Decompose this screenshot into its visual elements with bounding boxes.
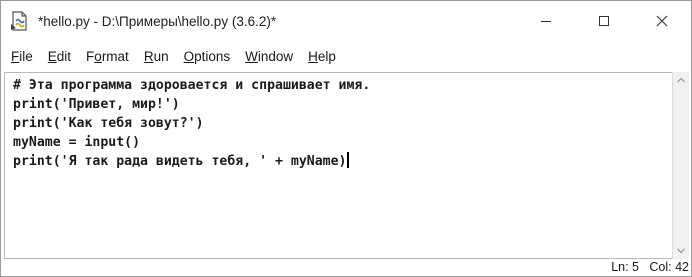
text-cursor <box>347 152 350 168</box>
window-controls <box>517 1 691 41</box>
chevron-down-icon <box>677 248 685 254</box>
status-column: Col: 42 <box>649 260 689 274</box>
window-title: *hello.py - D:\Примеры\hello.py (3.6.2)* <box>38 13 277 29</box>
chevron-up-icon <box>677 77 685 83</box>
scroll-up-button[interactable] <box>673 72 689 88</box>
close-icon <box>656 15 668 27</box>
python-file-icon <box>9 10 31 32</box>
code-editor[interactable]: # Эта программа здоровается и спрашивает… <box>4 72 674 259</box>
idle-editor-window: *hello.py - D:\Примеры\hello.py (3.6.2)* <box>0 0 692 277</box>
menu-run[interactable]: Run <box>138 49 175 64</box>
status-line: Ln: 5 <box>611 260 639 274</box>
menu-window[interactable]: Window <box>239 49 299 64</box>
minimize-icon <box>541 21 551 22</box>
vertical-scrollbar[interactable] <box>672 72 689 259</box>
code-line-5: print('Я так рада видеть тебя, ' + myNam… <box>13 152 674 171</box>
menu-format[interactable]: Format <box>80 49 135 64</box>
maximize-icon <box>599 16 609 26</box>
scroll-down-button[interactable] <box>673 243 689 259</box>
code-line-1: # Эта программа здоровается и спрашивает… <box>13 78 371 93</box>
close-button[interactable] <box>633 1 691 41</box>
maximize-button[interactable] <box>575 1 633 41</box>
status-bar: Ln: 5 Col: 42 <box>1 259 691 276</box>
minimize-button[interactable] <box>517 1 575 41</box>
menu-help[interactable]: Help <box>302 49 342 64</box>
code-line-5-text: print('Я так рада видеть тебя, ' + myNam… <box>13 154 347 169</box>
menu-options[interactable]: Options <box>178 49 237 64</box>
code-line-4: myName = input() <box>13 135 141 150</box>
menu-file[interactable]: File <box>5 49 39 64</box>
title-bar[interactable]: *hello.py - D:\Примеры\hello.py (3.6.2)* <box>1 1 691 41</box>
code-line-3: print('Как тебя зовут?') <box>13 116 204 131</box>
menu-bar: File Edit Format Run Options Window Help <box>1 41 691 71</box>
code-line-2: print('Привет, мир!') <box>13 97 180 112</box>
code-text: # Эта программа здоровается и спрашивает… <box>5 73 674 171</box>
menu-edit[interactable]: Edit <box>42 49 77 64</box>
